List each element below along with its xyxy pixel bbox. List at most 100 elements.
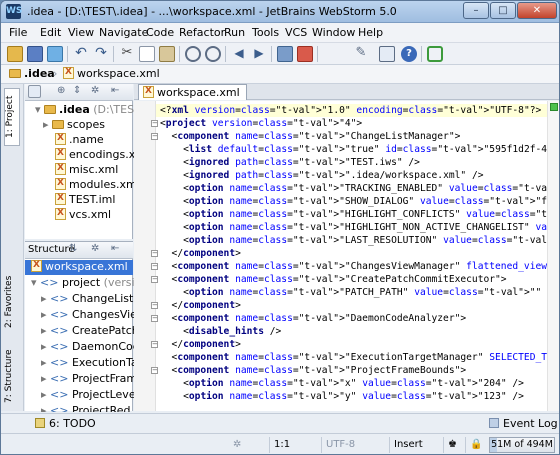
- open-folder-icon[interactable]: [7, 46, 23, 62]
- undo-icon[interactable]: ↶: [73, 46, 89, 62]
- cut-icon[interactable]: ✂: [119, 46, 135, 62]
- menu-help[interactable]: Help: [358, 26, 383, 39]
- tree-item[interactable]: vcs.xml: [55, 208, 111, 223]
- background-tasks-icon[interactable]: ✲: [229, 437, 245, 453]
- fold-marker-icon[interactable]: −: [151, 263, 158, 270]
- code-line[interactable]: <option name=class="t-val">"y" value=cla…: [156, 390, 559, 403]
- code-line[interactable]: <component name=class="t-val">"DaemonCod…: [156, 312, 559, 325]
- code-line[interactable]: <component name=class="t-val">"Execution…: [156, 351, 559, 364]
- collapse-icon[interactable]: ⇕: [73, 85, 89, 101]
- menu-view[interactable]: View: [68, 26, 94, 39]
- menu-tools[interactable]: Tools: [252, 26, 279, 39]
- fold-marker-icon[interactable]: −: [151, 276, 158, 283]
- vcs-commit-icon[interactable]: [297, 46, 313, 62]
- code-line[interactable]: <option name=class="t-val">"LAST_RESOLUT…: [156, 234, 559, 247]
- code-line[interactable]: <list default=class="t-val">"true" id=cl…: [156, 143, 559, 156]
- tree-item[interactable]: modules.xml: [55, 178, 140, 193]
- lock-icon[interactable]: 🔒: [465, 437, 487, 453]
- code-line[interactable]: <?xml version=class="t-val">"1.0" encodi…: [156, 104, 559, 117]
- project-structure-icon[interactable]: [379, 46, 395, 62]
- paste-icon[interactable]: [159, 46, 175, 62]
- structure-item[interactable]: ▸ <> ProjectFram: [41, 372, 137, 387]
- hector-icon[interactable]: ♚: [443, 437, 463, 453]
- structure-item[interactable]: ▸ <> ProjectRed: [41, 404, 131, 412]
- save-icon[interactable]: [27, 46, 43, 62]
- tree-item[interactable]: .name: [55, 133, 104, 148]
- minimize-button[interactable]: –: [463, 2, 489, 19]
- fold-marker-icon[interactable]: −: [151, 367, 158, 374]
- tree-item[interactable]: encodings.xr: [55, 148, 140, 163]
- project-view-icon[interactable]: [28, 85, 41, 98]
- tab-structure[interactable]: 7: Structure: [4, 342, 20, 410]
- menu-refactor[interactable]: Refactor: [179, 26, 225, 39]
- code-line[interactable]: </component>: [156, 299, 559, 312]
- code-line[interactable]: <ignored path=class="t-val">".idea/works…: [156, 169, 559, 182]
- plugin-icon[interactable]: [427, 46, 443, 62]
- tab-favorites[interactable]: 2: Favorites: [4, 267, 20, 337]
- maximize-button[interactable]: □: [490, 2, 516, 19]
- fold-marker-icon[interactable]: −: [151, 341, 158, 348]
- menu-edit[interactable]: Edit: [40, 26, 61, 39]
- hide-icon[interactable]: ⇤: [111, 243, 127, 259]
- tab-project[interactable]: 1: Project: [4, 88, 20, 146]
- file-encoding[interactable]: UTF-8: [321, 437, 387, 453]
- structure-file-row[interactable]: workspace.xml: [25, 260, 133, 275]
- fold-marker-icon[interactable]: −: [151, 133, 158, 140]
- gear-icon[interactable]: ✲: [91, 85, 107, 101]
- structure-item[interactable]: ▸ <> CreatePatch: [41, 324, 139, 339]
- redo-icon[interactable]: ↷: [93, 46, 109, 62]
- tree-item[interactable]: misc.xml: [55, 163, 118, 178]
- code-line[interactable]: <component name=class="t-val">"ProjectFr…: [156, 364, 559, 377]
- code-line[interactable]: <option name=class="t-val">"SHOW_DIALOG"…: [156, 195, 559, 208]
- gear-icon[interactable]: ✲: [91, 243, 107, 259]
- structure-item[interactable]: ▸ <> DaemonCod: [41, 340, 140, 355]
- fold-marker-icon[interactable]: −: [151, 315, 158, 322]
- code-line[interactable]: </component>: [156, 247, 559, 260]
- structure-item[interactable]: ▸ <> ExecutionTa: [41, 356, 138, 371]
- vcs-icon[interactable]: [277, 46, 293, 62]
- menu-vcs[interactable]: VCS: [285, 26, 307, 39]
- code-editor[interactable]: <?xml version=class="t-val">"1.0" encodi…: [134, 101, 559, 411]
- tree-item[interactable]: ▸ scopes: [43, 118, 105, 133]
- code-line[interactable]: <component name=class="t-val">"ChangeLis…: [156, 130, 559, 143]
- replace-icon[interactable]: [205, 46, 221, 62]
- code-line[interactable]: <option name=class="t-val">"HIGHLIGHT_NO…: [156, 221, 559, 234]
- menu-file[interactable]: File: [9, 26, 27, 39]
- todo-button[interactable]: 6: TODO: [35, 417, 96, 432]
- back-icon[interactable]: ◀: [231, 46, 247, 62]
- forward-icon[interactable]: ▶: [251, 46, 267, 62]
- breadcrumb-idea[interactable]: .idea: [9, 67, 55, 82]
- structure-item[interactable]: ▸ <> ChangesView: [41, 308, 146, 323]
- fold-marker-icon[interactable]: −: [151, 302, 158, 309]
- caret-position[interactable]: 1:1: [269, 437, 321, 453]
- code-line[interactable]: <disable_hints />: [156, 325, 559, 338]
- code-line[interactable]: <option name=class="t-val">"PATCH_PATH" …: [156, 286, 559, 299]
- menu-navigate[interactable]: Navigate: [99, 26, 148, 39]
- structure-item[interactable]: ▸ <> ProjectLevel: [41, 388, 139, 403]
- code-line[interactable]: </component>: [156, 338, 559, 351]
- help-icon[interactable]: ?: [401, 46, 417, 62]
- code-line[interactable]: <component name=class="t-val">"CreatePat…: [156, 273, 559, 286]
- locate-icon[interactable]: ⊕: [57, 85, 73, 101]
- code-line[interactable]: <option name=class="t-val">"TRACKING_ENA…: [156, 182, 559, 195]
- close-button[interactable]: ✕: [517, 2, 557, 19]
- structure-item[interactable]: ▸ <> ChangeListM: [41, 292, 143, 307]
- find-icon[interactable]: [185, 46, 201, 62]
- code-line[interactable]: <ignored path=class="t-val">"TEST.iws" /…: [156, 156, 559, 169]
- menu-run[interactable]: Run: [224, 26, 245, 39]
- hide-icon[interactable]: ⇤: [111, 85, 127, 101]
- code-line[interactable]: <option name=class="t-val">"x" value=cla…: [156, 377, 559, 390]
- tree-item[interactable]: TEST.iml: [55, 193, 115, 208]
- sync-icon[interactable]: [47, 46, 63, 62]
- breadcrumb-workspace[interactable]: workspace.xml: [63, 67, 160, 82]
- code-line[interactable]: <project version=class="t-val">"4">: [156, 117, 559, 130]
- copy-icon[interactable]: [139, 46, 155, 62]
- event-log-button[interactable]: Event Log: [489, 417, 558, 432]
- fold-marker-icon[interactable]: −: [151, 250, 158, 257]
- fold-marker-icon[interactable]: −: [151, 120, 158, 127]
- settings-wrench-icon[interactable]: ✎: [353, 46, 369, 62]
- code-line[interactable]: <component name=class="t-val">"ChangesVi…: [156, 260, 559, 273]
- menu-code[interactable]: Code: [146, 26, 174, 39]
- sort-icon[interactable]: ⇅: [69, 243, 85, 259]
- menu-window[interactable]: Window: [312, 26, 355, 39]
